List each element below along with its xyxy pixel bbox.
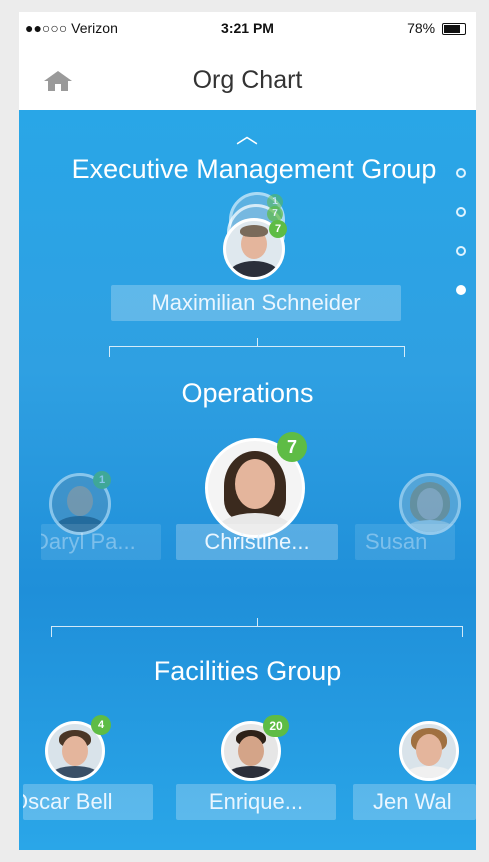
count-badge: 4	[91, 715, 111, 735]
collapse-up-icon[interactable]: ︿	[233, 118, 261, 148]
person-name-left[interactable]: Daryl Pa...	[41, 524, 161, 560]
person-name-right[interactable]: Jen Wal	[353, 784, 476, 820]
page-indicator[interactable]	[456, 168, 470, 324]
person-name-center[interactable]: Enrique...	[176, 784, 336, 820]
battery-icon	[442, 23, 466, 36]
section-title-facilities: Facilities Group	[153, 656, 342, 686]
section-title-executive: Executive Management Group	[71, 154, 437, 184]
count-badge: 20	[263, 715, 289, 737]
executive-avatar-stack[interactable]: 1 7 7	[223, 192, 291, 280]
nav-bar: Org Chart	[19, 52, 476, 111]
section-title-operations: Operations	[181, 378, 314, 408]
page-dot-active[interactable]	[456, 285, 466, 295]
org-chart-view[interactable]: ︿ Executive Management Group 1 7 7 Maxim…	[19, 110, 476, 850]
page-title: Org Chart	[192, 66, 303, 94]
person-name-left[interactable]: Oscar Bell	[23, 784, 153, 820]
battery-status: 78%	[407, 20, 466, 36]
person-card-left[interactable]: 4	[45, 715, 119, 781]
count-badge: 1	[93, 471, 111, 489]
count-badge: 7	[277, 432, 307, 462]
person-name-center[interactable]: Christine...	[176, 524, 338, 560]
avatar[interactable]	[399, 721, 459, 781]
person-card-center[interactable]: 20	[221, 715, 295, 781]
battery-percent: 78%	[407, 20, 436, 36]
page-dot[interactable]	[456, 207, 466, 217]
status-bar: ●●○○○ Verizon 3:21 PM 78%	[19, 12, 476, 52]
page-dot[interactable]	[456, 246, 466, 256]
connector-line	[257, 618, 258, 626]
connector-bracket	[109, 346, 405, 357]
person-name-executive[interactable]: Maximilian Schneider	[111, 285, 401, 321]
count-badge: 7	[269, 220, 287, 238]
person-card-center[interactable]: 7	[205, 432, 315, 538]
phone-screen: ●●○○○ Verizon 3:21 PM 78% Org Chart ︿ Ex…	[19, 12, 476, 850]
person-name-right[interactable]: Susan	[355, 524, 455, 560]
person-card-right[interactable]	[399, 715, 473, 781]
connector-bracket	[51, 626, 463, 637]
connector-line	[257, 338, 258, 346]
